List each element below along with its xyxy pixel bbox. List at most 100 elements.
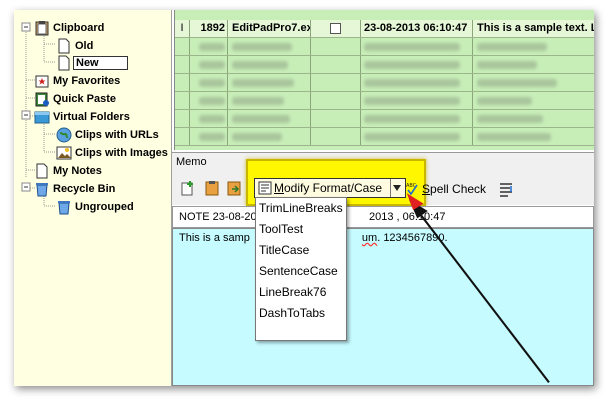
button-label-rest: pell Check bbox=[430, 182, 487, 196]
clip-text-cell bbox=[474, 56, 594, 73]
clip-text-cell bbox=[474, 128, 594, 145]
tree-item-label: New bbox=[73, 56, 128, 70]
row-indicator bbox=[175, 38, 190, 55]
clip-id-cell bbox=[190, 128, 228, 145]
clip-checkbox-cell bbox=[312, 128, 361, 145]
modify-format-case-button[interactable]: Modify Format/Case bbox=[254, 178, 406, 198]
table-row[interactable] bbox=[175, 128, 594, 146]
clip-id-cell bbox=[190, 92, 228, 109]
note-title-line[interactable]: NOTE 23-08-20 2013 , 06:10:47 bbox=[172, 206, 594, 228]
tree-item-clipboard[interactable]: Clipboard bbox=[34, 20, 104, 36]
memo-text-end: . 1234567890. bbox=[377, 232, 448, 244]
page-icon bbox=[58, 38, 70, 54]
memo-text-start: This is a samp bbox=[179, 232, 250, 244]
tree-item-clips-with-images[interactable]: Clips with Images bbox=[56, 145, 168, 161]
table-row[interactable]: I 1892 EditPadPro7.exe 23-08-2013 06:10:… bbox=[175, 20, 594, 38]
clip-date-cell bbox=[361, 92, 473, 109]
paste-icon[interactable] bbox=[226, 180, 242, 196]
clip-checkbox-cell bbox=[312, 38, 361, 55]
tree-item-label: My Notes bbox=[53, 165, 102, 177]
format-icon bbox=[258, 181, 272, 195]
tree-item-new[interactable]: New bbox=[56, 55, 128, 71]
clip-date-cell bbox=[361, 128, 473, 145]
clip-text-cell bbox=[474, 92, 594, 109]
tree-item-my-favorites[interactable]: My Favorites bbox=[34, 73, 120, 89]
recycle-icon bbox=[36, 183, 48, 197]
tree-item-old[interactable]: Old bbox=[56, 38, 93, 54]
clip-source-cell bbox=[229, 74, 311, 91]
clip-date-cell bbox=[361, 110, 473, 127]
note-title-text: NOTE 23-08-20 bbox=[179, 211, 257, 223]
clip-grid: I 1892 EditPadPro7.exe 23-08-2013 06:10:… bbox=[174, 10, 594, 150]
tree-item-label: Clips with Images bbox=[75, 147, 168, 159]
tree-item-label: Recycle Bin bbox=[53, 183, 116, 195]
tree-item-label: Clips with URLs bbox=[75, 129, 159, 141]
clip-checkbox-cell bbox=[312, 92, 361, 109]
spell-check-icon[interactable]: ABC bbox=[406, 182, 418, 196]
row-indicator bbox=[175, 110, 190, 127]
clip-date-cell bbox=[361, 74, 473, 91]
clip-id-cell: 1892 bbox=[190, 20, 228, 37]
misspelled-word: um bbox=[361, 232, 378, 244]
clip-text-cell bbox=[474, 110, 594, 127]
clipboard-icon[interactable] bbox=[204, 180, 220, 196]
row-indicator: I bbox=[175, 20, 190, 37]
clip-text-cell: This is a sample text. L bbox=[477, 22, 594, 34]
row-indicator bbox=[175, 128, 190, 145]
tree-item-label: Virtual Folders bbox=[53, 111, 130, 123]
format-case-dropdown-menu: TrimLineBreaks ToolTest TitleCase Senten… bbox=[255, 197, 347, 341]
clip-date-cell: 23-08-2013 06:10:47 bbox=[361, 20, 473, 37]
tree-item-my-notes[interactable]: My Notes bbox=[34, 163, 102, 179]
table-row[interactable] bbox=[175, 74, 594, 92]
tree-item-virtual-folders[interactable]: Virtual Folders bbox=[34, 109, 130, 125]
table-row[interactable] bbox=[175, 110, 594, 128]
clip-date-cell bbox=[361, 56, 473, 73]
favorites-icon bbox=[35, 75, 49, 88]
word-wrap-icon[interactable] bbox=[499, 182, 513, 198]
application-window: Clipboard Old New My Favorites Quick Pas… bbox=[14, 10, 594, 386]
modify-format-case-label: Modify Format/Case bbox=[274, 179, 382, 197]
tree-item-ungrouped[interactable]: Ungrouped bbox=[56, 199, 134, 215]
clipboard-icon bbox=[35, 21, 49, 36]
clip-source-cell bbox=[229, 110, 311, 127]
folder-tree: Clipboard Old New My Favorites Quick Pas… bbox=[14, 10, 172, 386]
tree-item-label: Ungrouped bbox=[75, 201, 134, 213]
folder-icon bbox=[34, 111, 50, 124]
tree-item-label: Old bbox=[75, 40, 94, 52]
table-row[interactable] bbox=[175, 56, 594, 74]
clip-text-cell bbox=[474, 38, 594, 55]
table-row[interactable] bbox=[175, 92, 594, 110]
mnemonic-letter: S bbox=[422, 182, 431, 196]
tree-item-label: My Favorites bbox=[53, 75, 121, 87]
page-icon bbox=[58, 55, 70, 71]
spell-check-button[interactable]: Spell Check bbox=[422, 180, 486, 198]
tree-item-clips-with-urls[interactable]: Clips with URLs bbox=[56, 127, 159, 143]
menu-item-tool-test[interactable]: ToolTest bbox=[259, 219, 303, 240]
tree-item-label: Clipboard bbox=[53, 22, 105, 34]
clip-checkbox-cell bbox=[312, 74, 361, 91]
clip-source-cell bbox=[229, 38, 311, 55]
menu-item-dash-to-tabs[interactable]: DashToTabs bbox=[259, 303, 325, 324]
clip-source-cell bbox=[229, 92, 311, 109]
modify-dropdown-toggle[interactable] bbox=[390, 179, 403, 197]
clip-date-cell bbox=[361, 38, 473, 55]
table-row[interactable] bbox=[175, 38, 594, 56]
tree-item-recycle-bin[interactable]: Recycle Bin bbox=[34, 181, 115, 197]
globe-icon bbox=[56, 127, 72, 143]
row-indicator bbox=[175, 74, 190, 91]
add-icon[interactable] bbox=[180, 180, 196, 196]
clip-checkbox-cell bbox=[312, 56, 361, 73]
tree-item-label: Quick Paste bbox=[53, 93, 116, 105]
menu-item-sentence-case[interactable]: SentenceCase bbox=[259, 261, 338, 282]
menu-item-trim-line-breaks[interactable]: TrimLineBreaks bbox=[259, 198, 343, 219]
clip-text-cell bbox=[474, 74, 594, 91]
menu-item-title-case[interactable]: TitleCase bbox=[259, 240, 309, 261]
memo-editor[interactable]: This is a samp um. 1234567890. bbox=[172, 228, 594, 386]
page-icon bbox=[36, 163, 48, 179]
quick-paste-icon bbox=[35, 92, 49, 107]
tree-item-quick-paste[interactable]: Quick Paste bbox=[34, 91, 116, 107]
clip-id-cell bbox=[190, 38, 228, 55]
menu-item-line-break-76[interactable]: LineBreak76 bbox=[259, 282, 326, 303]
clip-checkbox[interactable] bbox=[330, 23, 341, 34]
note-title-tail: 2013 , 06:10:47 bbox=[369, 211, 446, 223]
